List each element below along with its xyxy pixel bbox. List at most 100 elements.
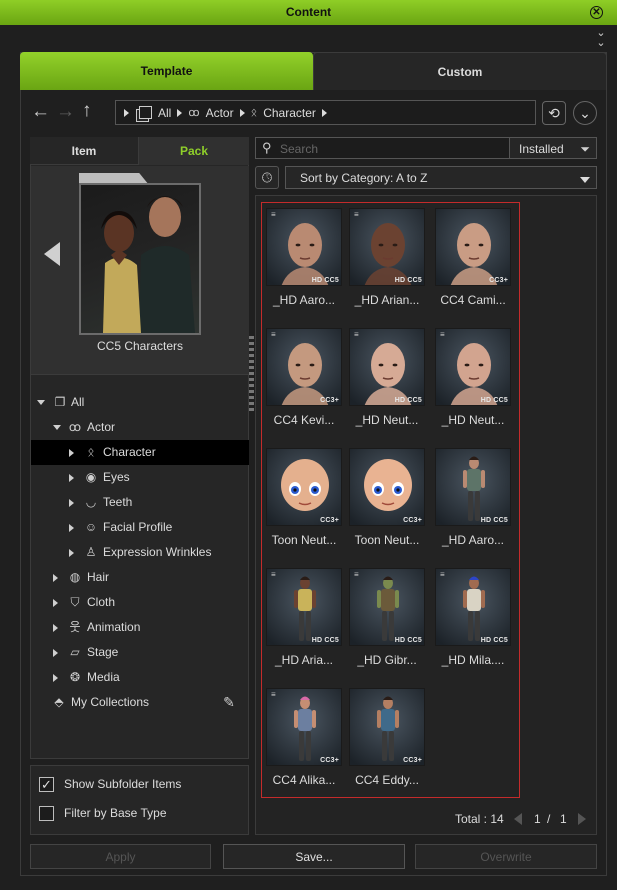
recent-clock-icon[interactable]: 🕓︎ bbox=[255, 166, 279, 189]
breadcrumb-item-character[interactable]: Character bbox=[263, 106, 316, 120]
item-badge: HD CC5 bbox=[311, 637, 339, 644]
breadcrumb-sep-arrow-icon[interactable] bbox=[177, 108, 183, 117]
grid-item[interactable]: ≡ HD CC5 _HD Mila.... bbox=[435, 568, 521, 678]
next-page-icon[interactable] bbox=[578, 813, 586, 825]
item-thumbnail[interactable]: ≡ HD CC5 bbox=[435, 328, 511, 406]
expand-arrow-icon[interactable] bbox=[37, 400, 45, 405]
menu-chevron-icon[interactable]: ⌄ bbox=[573, 101, 597, 125]
item-lines-icon: ≡ bbox=[271, 570, 276, 579]
divider bbox=[31, 374, 249, 375]
forward-arrow-icon[interactable]: → bbox=[56, 102, 75, 122]
grid-item[interactable]: ≡ HD CC5 _HD Neut... bbox=[435, 328, 521, 438]
expand-arrow-icon[interactable] bbox=[69, 524, 74, 532]
show-subfolder-checkbox[interactable]: ✓ bbox=[39, 777, 54, 792]
expand-arrow-icon[interactable] bbox=[69, 474, 74, 482]
item-thumbnail[interactable]: ≡ HD CC5 bbox=[349, 208, 425, 286]
item-thumbnail[interactable]: ≡ HD CC5 bbox=[349, 568, 425, 646]
breadcrumb-root-arrow-icon[interactable] bbox=[124, 108, 129, 117]
grid-item[interactable]: ≡ CC3+ CC4 Alika... bbox=[266, 688, 352, 798]
grid-item[interactable]: CC3+ CC4 Eddy... bbox=[349, 688, 435, 798]
save-button[interactable]: Save... bbox=[223, 844, 405, 869]
tree-item-hair[interactable]: ◍ Hair bbox=[31, 565, 249, 590]
grid-item[interactable]: ≡ CC3+ CC4 Kevi... bbox=[266, 328, 352, 438]
tab-template[interactable]: Template bbox=[20, 52, 313, 90]
expand-arrow-icon[interactable] bbox=[53, 425, 61, 430]
expand-arrow-icon[interactable] bbox=[69, 449, 74, 457]
grid-item[interactable]: CC3+ Toon Neut... bbox=[266, 448, 352, 558]
item-thumbnail[interactable]: ≡ CC3+ bbox=[266, 328, 342, 406]
up-arrow-icon[interactable]: ↑ bbox=[82, 101, 92, 121]
item-badge: CC3+ bbox=[320, 397, 339, 404]
pack-thumbnail[interactable] bbox=[79, 183, 201, 335]
tree-label: Stage bbox=[87, 645, 119, 659]
item-thumbnail[interactable]: ≡ HD CC5 bbox=[435, 568, 511, 646]
close-icon[interactable]: ✕ bbox=[590, 6, 603, 19]
item-thumbnail[interactable]: CC3+ bbox=[349, 688, 425, 766]
item-badge: CC3+ bbox=[489, 277, 508, 284]
expand-arrow-icon[interactable] bbox=[69, 549, 74, 557]
expand-arrow-icon[interactable] bbox=[53, 674, 58, 682]
grid-item[interactable]: CC3+ CC4 Cami... bbox=[435, 208, 521, 318]
tree-item-teeth[interactable]: ◡ Teeth bbox=[31, 490, 249, 515]
tree-item-all[interactable]: ❐ All bbox=[31, 390, 249, 415]
item-thumbnail[interactable]: ≡ HD CC5 bbox=[349, 328, 425, 406]
tree-item-actor[interactable]: ꝏ Actor bbox=[31, 415, 249, 440]
grid-item[interactable]: ≡ HD CC5 _HD Neut... bbox=[349, 328, 435, 438]
item-thumbnail[interactable]: CC3+ bbox=[266, 448, 342, 526]
installed-filter[interactable]: Installed ⏷ bbox=[509, 137, 597, 159]
item-name: CC4 Eddy... bbox=[355, 773, 419, 787]
grid-item[interactable]: HD CC5 _HD Aaro... bbox=[435, 448, 521, 558]
tree-label: Media bbox=[87, 670, 120, 684]
subtab-pack[interactable]: Pack bbox=[139, 137, 249, 165]
tab-custom[interactable]: Custom bbox=[313, 52, 607, 90]
breadcrumb-item-actor[interactable]: Actor bbox=[206, 106, 234, 120]
item-thumbnail[interactable]: HD CC5 bbox=[435, 448, 511, 526]
subtab-item[interactable]: Item bbox=[30, 137, 139, 165]
back-arrow-icon[interactable]: ← bbox=[31, 102, 50, 122]
expand-arrow-icon[interactable] bbox=[53, 599, 58, 607]
teeth-icon: ◡ bbox=[85, 495, 97, 509]
tree-item-animation[interactable]: 웃 Animation bbox=[31, 615, 249, 640]
collapse-chevron-icon[interactable]: ⌄ ⌄ bbox=[595, 28, 607, 49]
breadcrumb[interactable]: All ꝏ Actor ᛟ Character bbox=[115, 100, 536, 125]
tree-item-cloth[interactable]: ⛉ Cloth bbox=[31, 590, 249, 615]
expand-arrow-icon[interactable] bbox=[69, 499, 74, 507]
edit-pencil-icon[interactable]: ✎ bbox=[221, 690, 237, 715]
item-thumbnail[interactable]: ≡ HD CC5 bbox=[266, 568, 342, 646]
character-preview-image bbox=[267, 689, 341, 765]
overwrite-button[interactable]: Overwrite bbox=[415, 844, 597, 869]
breadcrumb-sep-arrow-icon[interactable] bbox=[239, 108, 245, 117]
character-preview-image bbox=[267, 449, 341, 525]
item-thumbnail[interactable]: CC3+ bbox=[435, 208, 511, 286]
previous-pack-arrow-icon[interactable] bbox=[44, 242, 60, 266]
current-page[interactable]: 1 bbox=[534, 812, 541, 826]
sort-dropdown[interactable]: Sort by Category: A to Z bbox=[285, 166, 597, 189]
breadcrumb-item-all[interactable]: All bbox=[158, 106, 171, 120]
breadcrumb-sep-arrow-icon[interactable] bbox=[321, 108, 327, 117]
expand-arrow-icon[interactable] bbox=[53, 624, 58, 632]
item-name: _HD Gibr... bbox=[357, 653, 417, 667]
expand-arrow-icon[interactable] bbox=[53, 574, 58, 582]
search-input[interactable]: ⚲ Search bbox=[255, 137, 510, 159]
tree-item-my-collections[interactable]: ⬘ My Collections ✎ bbox=[31, 690, 249, 715]
grid-item[interactable]: ≡ HD CC5 _HD Aria... bbox=[266, 568, 352, 678]
item-thumbnail[interactable]: CC3+ bbox=[349, 448, 425, 526]
expand-arrow-icon[interactable] bbox=[53, 649, 58, 657]
item-thumbnail[interactable]: ≡ HD CC5 bbox=[266, 208, 342, 286]
tree-item-expression-wrinkles[interactable]: ♙ Expression Wrinkles bbox=[31, 540, 249, 565]
grid-item[interactable]: ≡ HD CC5 _HD Arian... bbox=[349, 208, 435, 318]
item-thumbnail[interactable]: ≡ CC3+ bbox=[266, 688, 342, 766]
grid-item[interactable]: ≡ HD CC5 _HD Gibr... bbox=[349, 568, 435, 678]
tree-item-media[interactable]: ❂ Media bbox=[31, 665, 249, 690]
prev-page-icon[interactable] bbox=[514, 813, 522, 825]
apply-button[interactable]: Apply bbox=[30, 844, 211, 869]
splitter-handle[interactable] bbox=[249, 336, 254, 412]
filter-base-type-checkbox[interactable] bbox=[39, 806, 54, 821]
tree-item-eyes[interactable]: ◉ Eyes bbox=[31, 465, 249, 490]
tree-item-character[interactable]: ᛟ Character bbox=[31, 440, 249, 465]
grid-item[interactable]: CC3+ Toon Neut... bbox=[349, 448, 435, 558]
grid-item[interactable]: ≡ HD CC5 _HD Aaro... bbox=[266, 208, 352, 318]
sync-icon[interactable]: ⟲ bbox=[542, 101, 566, 125]
tree-item-stage[interactable]: ▱ Stage bbox=[31, 640, 249, 665]
tree-item-facial-profile[interactable]: ☺ Facial Profile bbox=[31, 515, 249, 540]
